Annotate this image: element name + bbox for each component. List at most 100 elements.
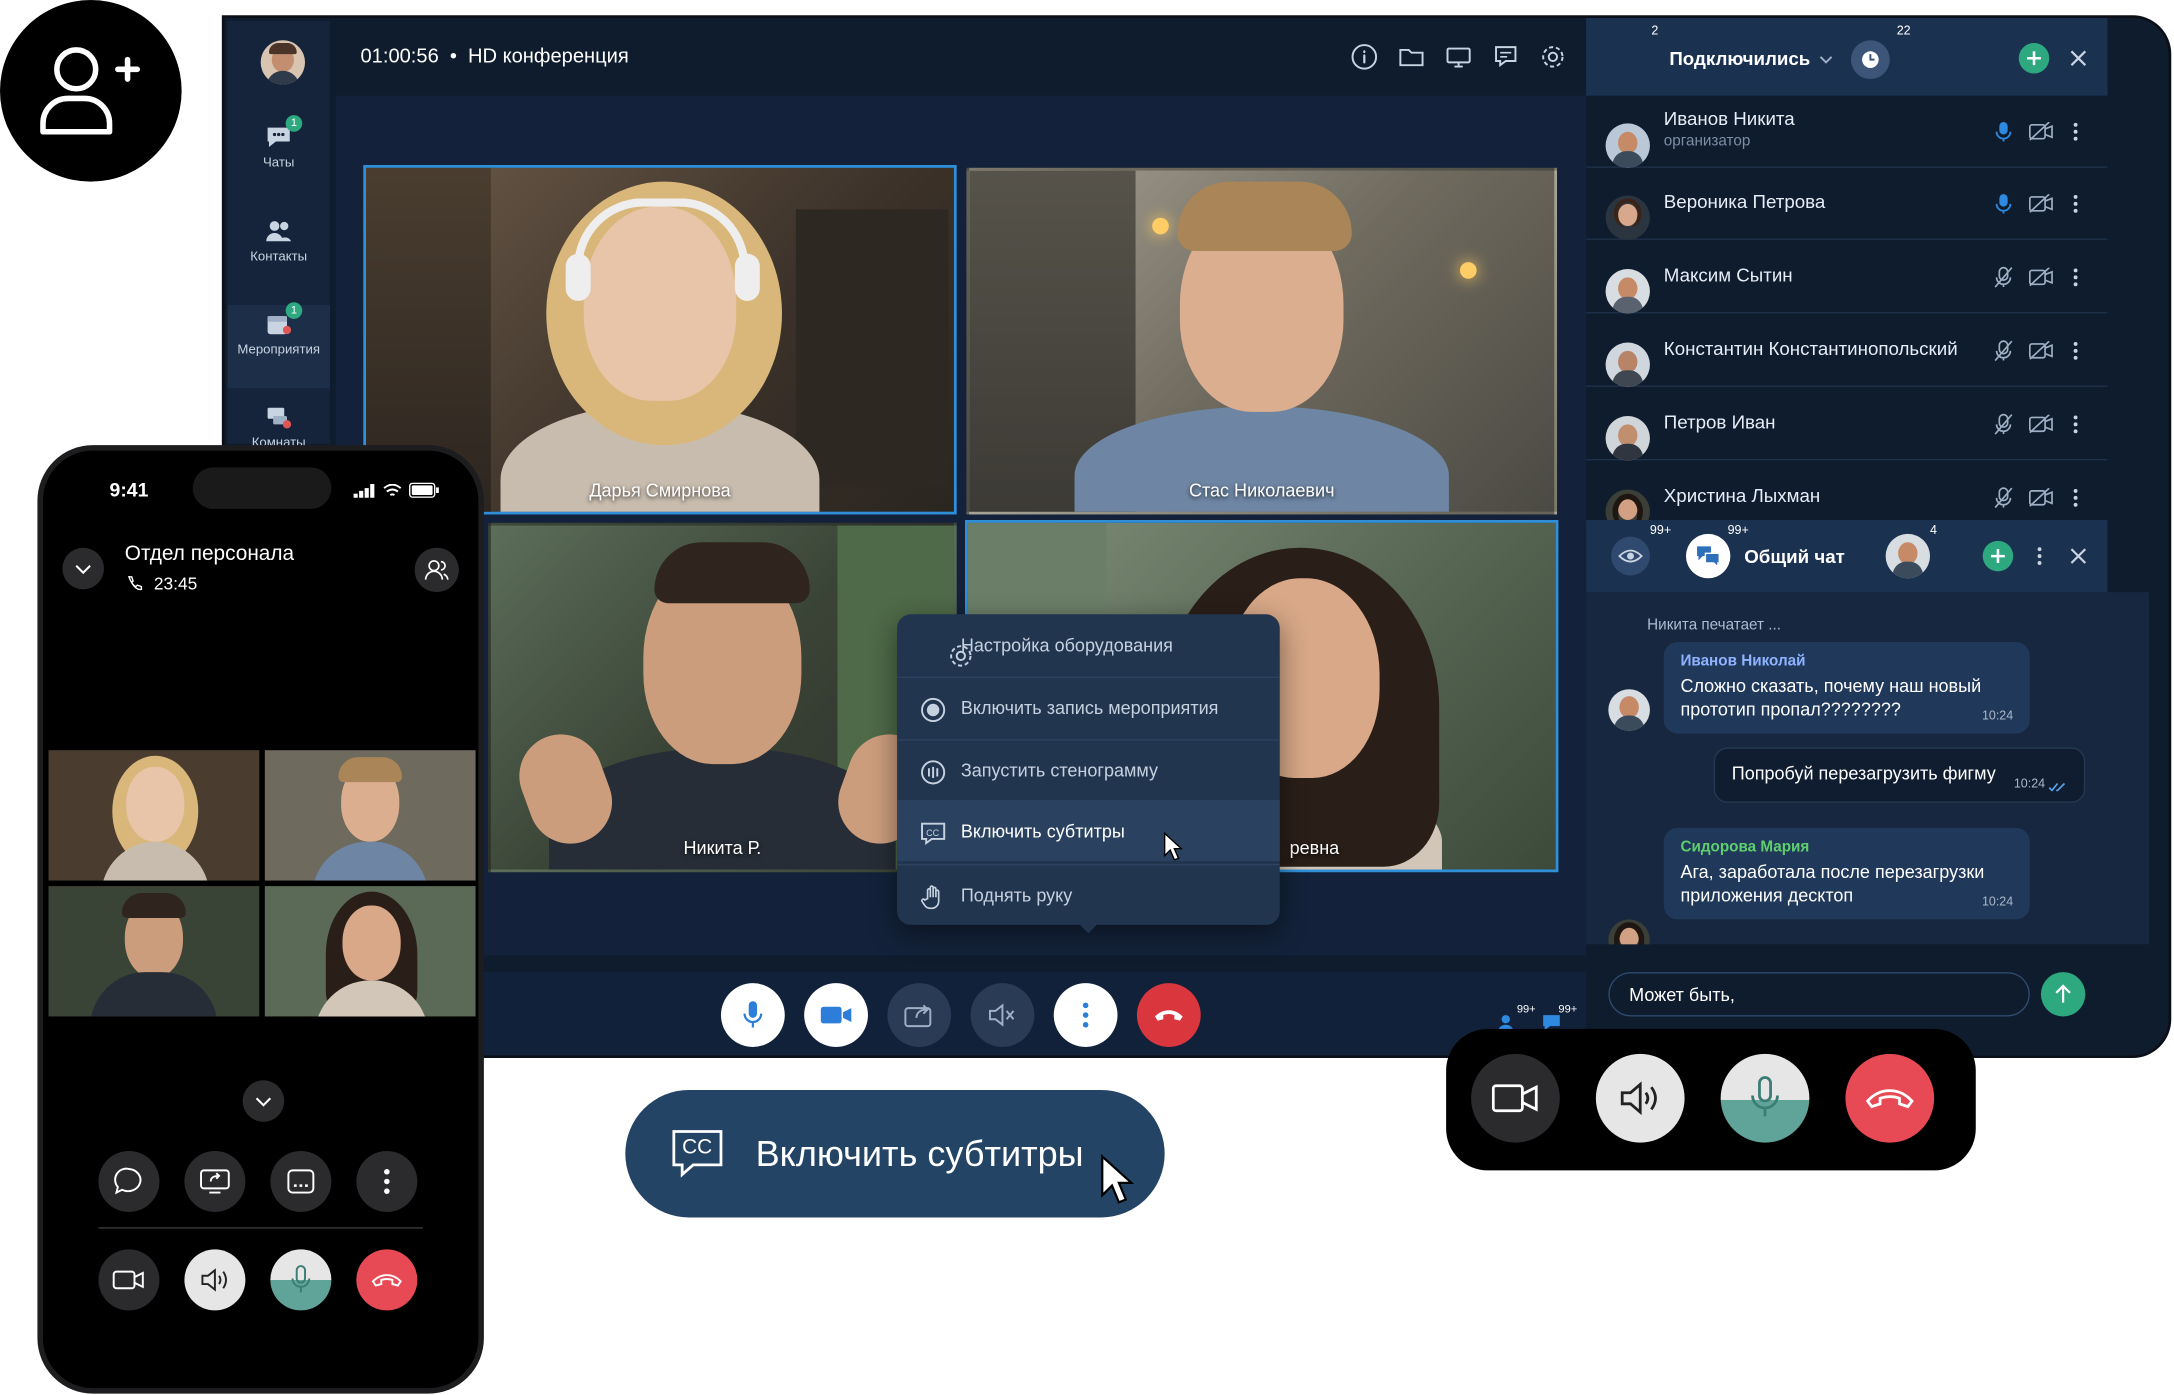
video-tile[interactable]: Никита Р.	[488, 522, 957, 873]
folder-icon[interactable]	[1398, 43, 1426, 71]
watch-button[interactable]	[1611, 536, 1650, 576]
waiting-room-button[interactable]	[1850, 40, 1890, 80]
sound-button[interactable]	[970, 983, 1035, 1047]
mic-button[interactable]	[720, 983, 785, 1047]
video-camera-icon	[820, 1006, 852, 1024]
camera-off-icon[interactable]	[2028, 488, 2053, 507]
microphone-off-icon[interactable]	[1994, 487, 2013, 509]
avatar[interactable]	[1885, 533, 1931, 579]
camera-button[interactable]	[804, 983, 868, 1047]
camera-off-icon[interactable]	[2028, 122, 2053, 141]
add-user-button[interactable]	[0, 0, 182, 182]
microphone-off-icon[interactable]	[1994, 340, 2013, 362]
chat-message[interactable]: Попробуй перезагрузить фигму 10:24	[1713, 747, 2086, 803]
phone-mic-button[interactable]	[270, 1249, 332, 1311]
float-speaker-button[interactable]	[1595, 1053, 1685, 1143]
menu-item-hardware-settings[interactable]: Настройка оборудования	[897, 614, 1280, 675]
participant-row[interactable]: Константин Константинопольский	[1586, 315, 2108, 387]
phone-speaker-button[interactable]	[184, 1249, 246, 1311]
add-participant-button[interactable]	[2018, 42, 2050, 74]
menu-item-record[interactable]: Включить запись мероприятия	[897, 676, 1280, 738]
more-vertical-icon[interactable]	[2037, 546, 2043, 565]
menu-item-subtitles[interactable]: CC Включить субтитры	[897, 800, 1280, 862]
phone-video-tile[interactable]	[264, 886, 476, 1017]
microphone-on-icon[interactable]	[1994, 193, 2013, 215]
participant-role: организатор	[1663, 133, 1751, 150]
phone-video-tile[interactable]	[48, 886, 260, 1017]
participants-filter-dropdown[interactable]: Подключились	[1669, 49, 1832, 69]
hang-up-button[interactable]	[1136, 983, 1201, 1047]
phone-screen-share-button[interactable]	[184, 1150, 246, 1212]
phone-camera-button[interactable]	[98, 1249, 160, 1311]
sidebar-item-events[interactable]: 1 Мероприятия	[227, 302, 330, 389]
chat-message[interactable]: Сидорова Мария Ага, заработала после пер…	[1663, 827, 2030, 920]
more-vertical-icon[interactable]	[2073, 194, 2079, 213]
close-icon[interactable]	[2069, 49, 2088, 68]
participant-row[interactable]: Иванов Никита организатор	[1586, 96, 2108, 168]
more-vertical-icon[interactable]	[2073, 415, 2079, 434]
gear-icon[interactable]	[1539, 43, 1567, 71]
participants-button[interactable]	[414, 547, 459, 593]
float-hang-up-button[interactable]	[1845, 1053, 1935, 1143]
participant-name: Петров Иван	[1663, 411, 1776, 433]
user-avatar[interactable]	[260, 40, 306, 85]
float-mic-button[interactable]	[1720, 1053, 1810, 1143]
call-title: Отдел персонала	[124, 542, 295, 566]
chat-badge-left: 99+	[1649, 522, 1672, 537]
camera-off-icon[interactable]	[2028, 341, 2053, 360]
message-author: Сидорова Мария	[1680, 838, 1810, 856]
chat-title: Общий чат	[1744, 545, 1845, 567]
participant-row[interactable]: Вероника Петрова	[1586, 168, 2108, 240]
sidebar-item-rooms[interactable]: Комнаты	[227, 404, 330, 451]
top-bar: 01:00:56 • HD конференция	[329, 18, 1610, 96]
microphone-icon	[291, 1265, 311, 1293]
float-camera-button[interactable]	[1471, 1053, 1560, 1143]
phone-more-button[interactable]	[356, 1150, 418, 1212]
whiteboard-icon[interactable]	[1492, 43, 1520, 71]
microphone-off-icon[interactable]	[1994, 266, 2013, 288]
participants-count-left: 2	[1651, 23, 1659, 38]
microphone-on-icon[interactable]	[1994, 121, 2013, 143]
add-chat-member-button[interactable]	[1982, 540, 2014, 572]
chat-message[interactable]: Иванов Николай Сложно сказать, почему на…	[1663, 642, 2030, 734]
more-vertical-icon[interactable]	[2073, 488, 2079, 507]
cc-icon: CC	[921, 822, 946, 846]
expand-button[interactable]	[242, 1080, 285, 1122]
more-vertical-icon[interactable]	[2073, 341, 2079, 360]
more-button[interactable]	[1053, 983, 1118, 1047]
avatar	[1605, 415, 1650, 460]
more-vertical-icon[interactable]	[2073, 122, 2079, 141]
sidebar-item-contacts[interactable]: Контакты	[227, 218, 330, 265]
send-button[interactable]	[2040, 972, 2086, 1017]
participant-row[interactable]: Максим Сытин	[1586, 241, 2108, 314]
video-tile[interactable]: Стас Николаевич	[966, 167, 1558, 515]
menu-item-transcript[interactable]: Запустить стенограмму	[897, 739, 1280, 800]
camera-off-icon[interactable]	[2028, 414, 2053, 434]
hang-up-icon	[1154, 1010, 1183, 1021]
subtitles-callout[interactable]: CC Включить субтитры	[625, 1089, 1165, 1218]
menu-item-raise-hand[interactable]: Поднять руку	[897, 863, 1280, 925]
phone-video-tile[interactable]	[264, 750, 476, 881]
microphone-off-icon[interactable]	[1994, 413, 2013, 435]
speaker-muted-icon	[988, 1003, 1015, 1027]
camera-off-icon[interactable]	[2028, 194, 2053, 213]
share-screen-button[interactable]	[887, 983, 952, 1047]
participant-row[interactable]: Петров Иван	[1586, 388, 2108, 461]
screen-share-icon[interactable]	[1445, 43, 1473, 71]
camera-off-icon[interactable]	[2028, 267, 2053, 287]
info-icon[interactable]	[1350, 43, 1378, 71]
phone-subtitles-button[interactable]	[270, 1150, 332, 1212]
phone-chat-button[interactable]	[98, 1150, 160, 1212]
dynamic-island	[192, 467, 332, 509]
phone-hang-up-button[interactable]	[356, 1249, 418, 1311]
chat-title-button[interactable]: Общий чат	[1685, 533, 1845, 579]
sidebar-item-chats[interactable]: 1 Чаты	[227, 115, 330, 171]
svg-text:CC: CC	[926, 828, 939, 838]
collapse-button[interactable]	[62, 547, 104, 590]
message-input[interactable]	[1608, 972, 2030, 1017]
more-vertical-icon[interactable]	[2073, 268, 2079, 287]
call-timer: 01:00:56	[360, 45, 439, 68]
phone-video-tile[interactable]	[48, 750, 260, 881]
message-time: 10:24	[2013, 776, 2046, 791]
close-icon[interactable]	[2069, 546, 2088, 565]
